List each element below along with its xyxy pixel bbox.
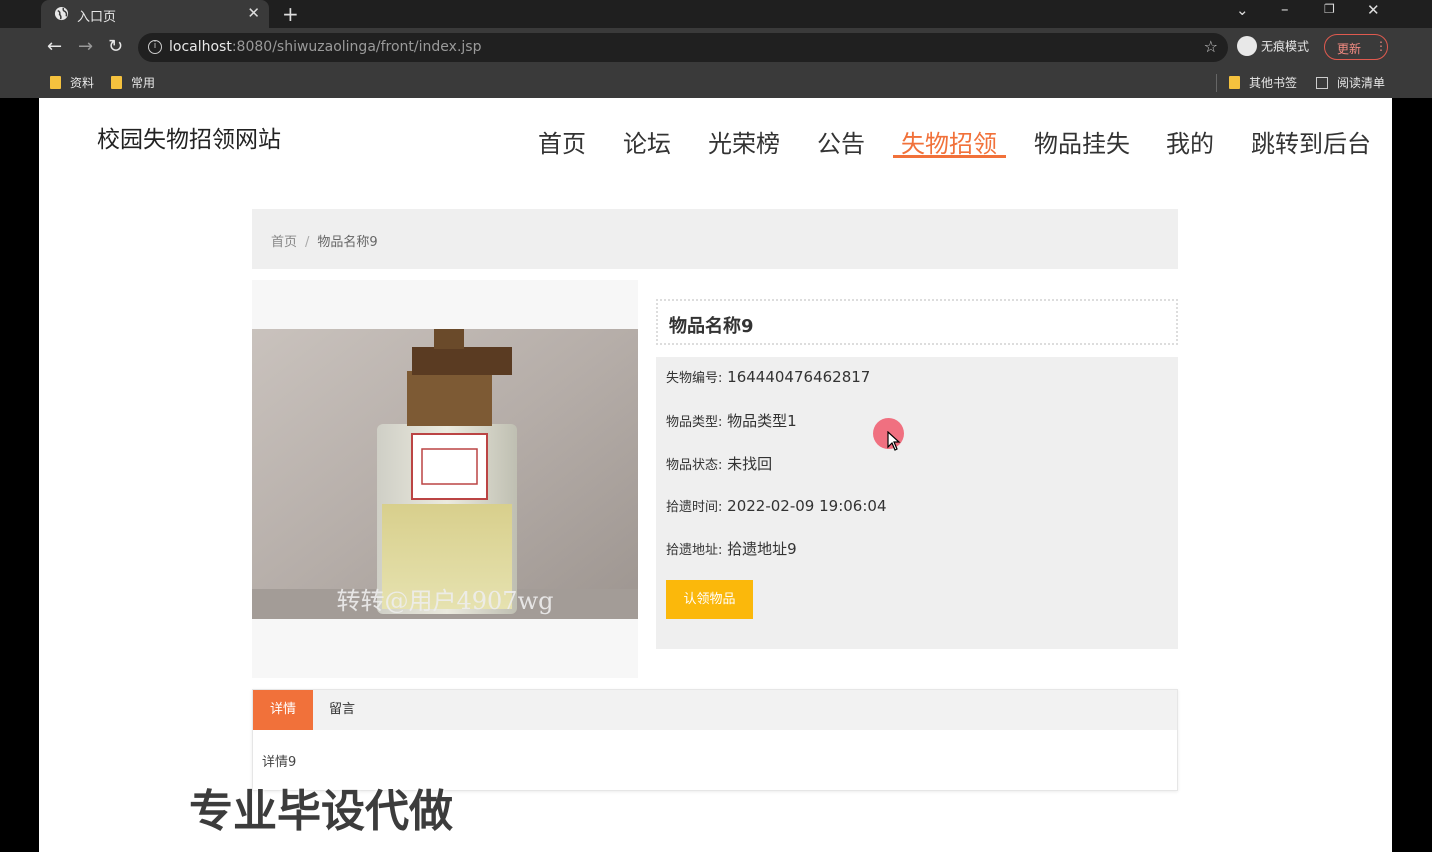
field-value: 164440476462817	[727, 368, 871, 386]
nav-admin[interactable]: 跳转到后台	[1251, 124, 1371, 159]
browser-toolbar: ← → ↻ i localhost:8080/shiwuzaolinga/fro…	[0, 28, 1432, 68]
reload-icon[interactable]: ↻	[108, 36, 123, 57]
other-bookmarks[interactable]: 其他书签	[1229, 74, 1297, 91]
web-page: 校园失物招领网站 首页 论坛 光荣榜 公告 失物招领 物品挂失 我的 跳转到后台…	[39, 98, 1392, 852]
browser-window: 入口页 ✕ + ⌄ – ❐ ✕ ← → ↻ i localhost:8080/s…	[0, 0, 1432, 852]
field-item-status: 物品状态: 未找回	[666, 453, 772, 474]
field-label: 拾遗时间:	[666, 500, 723, 515]
field-item-type: 物品类型: 物品类型1	[666, 410, 797, 431]
nav-announcements[interactable]: 公告	[817, 124, 865, 159]
field-found-address: 拾遗地址: 拾遗地址9	[666, 538, 797, 559]
watermark-text: 专业毕设代做	[189, 786, 453, 837]
nav-home[interactable]: 首页	[538, 124, 586, 159]
bookmark-folder[interactable]: 资料	[50, 74, 94, 91]
back-arrow-icon[interactable]: ←	[47, 36, 62, 57]
incognito-label: 无痕模式	[1261, 39, 1310, 54]
tab-title: 入口页	[77, 10, 117, 25]
field-lost-id: 失物编号: 164440476462817	[666, 367, 870, 386]
active-nav-underline	[893, 155, 1006, 158]
item-info-panel: 失物编号: 164440476462817 物品类型: 物品类型1 物品状态: …	[656, 357, 1178, 649]
update-label: 更新	[1337, 42, 1362, 56]
folder-icon	[111, 76, 122, 89]
field-label: 物品类型:	[666, 415, 723, 430]
nav-honor-board[interactable]: 光荣榜	[708, 124, 780, 159]
bookmark-divider	[1216, 74, 1217, 92]
nav-forum[interactable]: 论坛	[623, 124, 671, 159]
incognito-icon	[1237, 36, 1257, 56]
forward-arrow-icon[interactable]: →	[78, 36, 93, 57]
menu-dots-icon: ⋮	[1375, 39, 1387, 53]
tab-bar: 详情 留言	[253, 690, 1177, 730]
field-label: 物品状态:	[666, 458, 723, 473]
reading-list-icon	[1316, 76, 1328, 89]
close-window-icon[interactable]: ✕	[1367, 1, 1380, 19]
breadcrumb-home[interactable]: 首页	[271, 235, 297, 250]
tab-details[interactable]: 详情	[253, 690, 313, 730]
breadcrumb-current: 物品名称9	[317, 235, 378, 250]
field-found-time: 拾遗时间: 2022-02-09 19:06:04	[666, 496, 886, 515]
browser-tab[interactable]: 入口页 ✕	[41, 0, 269, 28]
mouse-cursor-icon	[887, 431, 901, 451]
bookmark-folder[interactable]: 常用	[111, 74, 155, 91]
item-name: 物品名称9	[669, 316, 754, 337]
bookmarks-bar: 资料 常用 其他书签 阅读清单	[0, 68, 1432, 98]
folder-icon	[50, 76, 61, 89]
site-title: 校园失物招领网站	[97, 127, 281, 153]
item-title-box: 物品名称9	[656, 299, 1178, 345]
nav-report-lost[interactable]: 物品挂失	[1034, 124, 1130, 159]
item-photo: 转转@用户4907wg	[252, 329, 638, 619]
incognito-indicator[interactable]: 无痕模式	[1237, 36, 1310, 57]
folder-icon	[1229, 76, 1240, 89]
details-content: 详情9	[262, 755, 297, 770]
minimize-icon[interactable]: –	[1281, 0, 1289, 18]
field-value: 拾遗地址9	[727, 540, 797, 558]
field-label: 拾遗地址:	[666, 543, 723, 558]
close-tab-icon[interactable]: ✕	[247, 4, 260, 22]
nav-lost-and-found[interactable]: 失物招领	[901, 124, 997, 159]
nav-mine[interactable]: 我的	[1166, 124, 1214, 159]
new-tab-button[interactable]: +	[282, 2, 299, 26]
tab-comments[interactable]: 留言	[329, 690, 355, 730]
breadcrumb-separator: /	[305, 235, 310, 250]
info-icon[interactable]: i	[148, 40, 162, 54]
restore-icon[interactable]: ❐	[1324, 2, 1335, 16]
update-button[interactable]: 更新 ⋮	[1324, 34, 1388, 60]
svg-text:转转@用户4907wg: 转转@用户4907wg	[337, 587, 554, 615]
bookmark-label: 资料	[70, 76, 95, 90]
claim-item-button[interactable]: 认领物品	[666, 580, 753, 619]
tab-strip: 入口页 ✕ + ⌄ – ❐ ✕	[0, 0, 1432, 28]
field-value: 未找回	[727, 455, 773, 473]
tab-search-icon[interactable]: ⌄	[1236, 1, 1249, 19]
reading-list[interactable]: 阅读清单	[1316, 74, 1385, 91]
breadcrumb: 首页 / 物品名称9	[252, 209, 1178, 269]
item-image-panel: 转转@用户4907wg	[252, 280, 638, 678]
address-bar[interactable]: i localhost:8080/shiwuzaolinga/front/ind…	[138, 33, 1228, 62]
other-bookmarks-label: 其他书签	[1249, 76, 1298, 90]
field-value: 物品类型1	[727, 412, 797, 430]
field-label: 失物编号:	[666, 371, 723, 386]
globe-icon	[54, 6, 69, 21]
bookmark-label: 常用	[131, 76, 156, 90]
url-text[interactable]: localhost:8080/shiwuzaolinga/front/index…	[169, 39, 481, 55]
bookmark-star-icon[interactable]: ☆	[1204, 37, 1218, 56]
reading-list-label: 阅读清单	[1337, 76, 1386, 90]
field-value: 2022-02-09 19:06:04	[727, 497, 887, 515]
